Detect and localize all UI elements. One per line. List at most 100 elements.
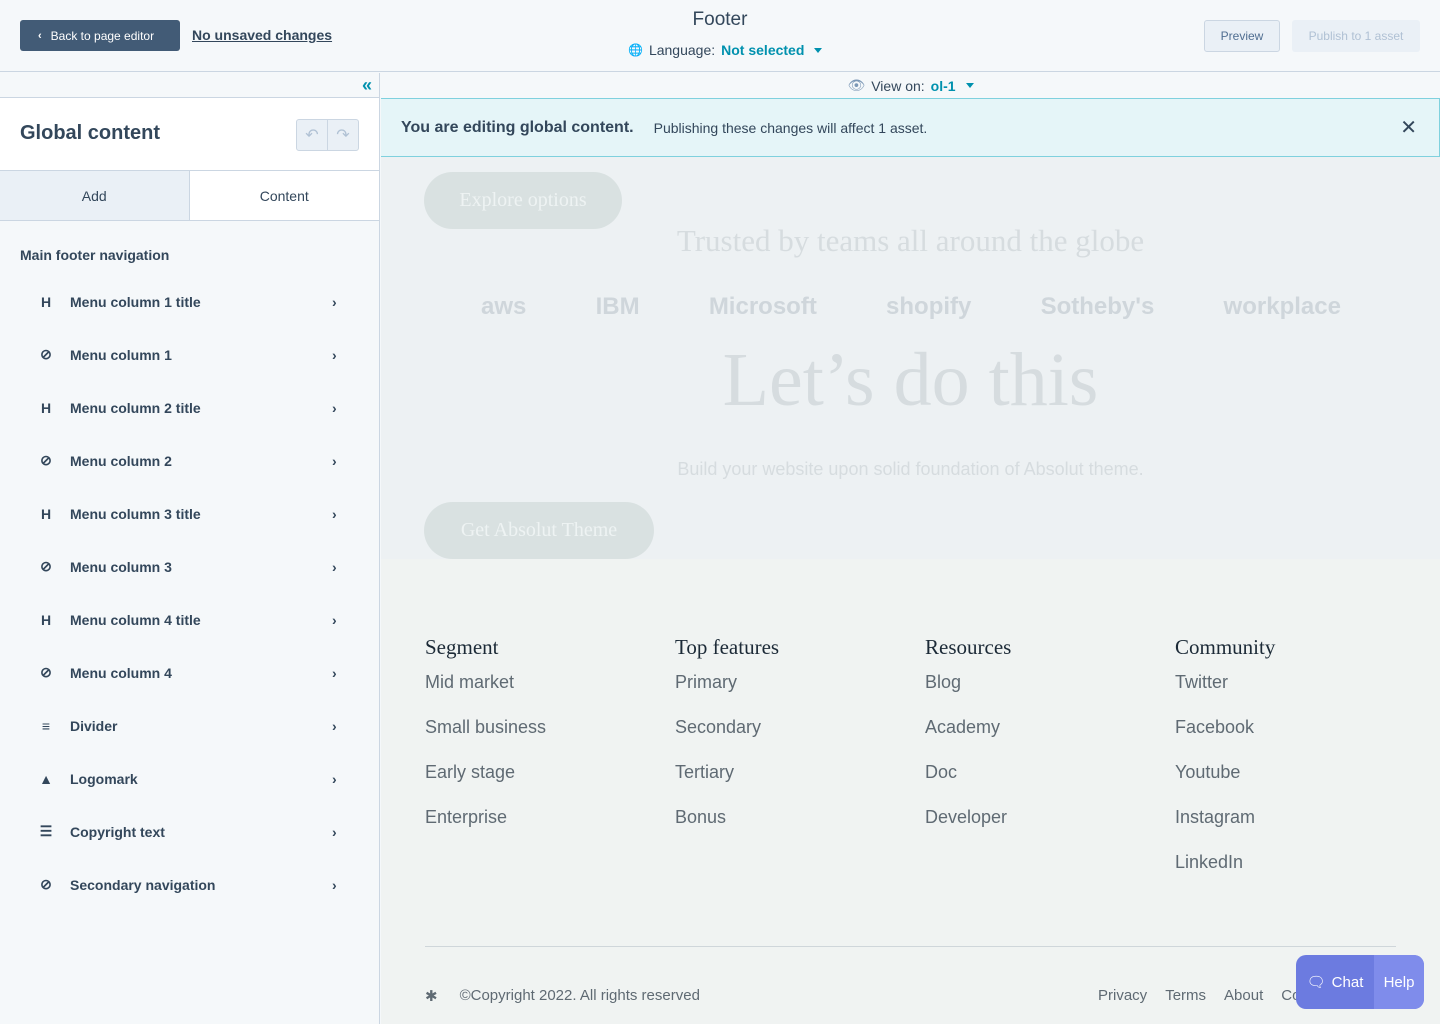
module-item-divider[interactable]: ≡ Divider › — [0, 699, 380, 752]
module-item-secondary-navigation[interactable]: ⊘ Secondary navigation › — [0, 858, 380, 911]
module-item-menu-column-1[interactable]: ⊘ Menu column 1 › — [0, 328, 380, 381]
alert-message: Publishing these changes will affect 1 a… — [653, 119, 928, 136]
help-button[interactable]: Help — [1374, 955, 1424, 1009]
redo-icon[interactable]: ↷ — [327, 120, 358, 150]
chevron-right-icon: › — [332, 452, 337, 469]
menu-icon: ⊘ — [40, 876, 52, 892]
chat-button[interactable]: 🗨 Chat — [1296, 955, 1374, 1009]
shopify-logo: shopify — [886, 293, 972, 320]
footer-link[interactable]: Doc — [925, 762, 1175, 807]
undo-redo-group: ↶ ↷ — [296, 119, 359, 151]
language-value[interactable]: Not selected — [721, 42, 804, 58]
module-item-logomark[interactable]: ▲ Logomark › — [0, 752, 380, 805]
module-item-menu-column-4[interactable]: ⊘ Menu column 4 › — [0, 646, 380, 699]
secondary-navigation: Privacy Terms About Co — [1098, 987, 1300, 1004]
chevron-left-icon: ‹ — [38, 29, 42, 42]
get-theme-button: Get Absolut Theme — [424, 502, 654, 559]
hero-headline: Let’s do this — [722, 338, 1099, 422]
sidebar-title: Global content — [20, 122, 160, 144]
footer-link[interactable]: Mid market — [425, 672, 675, 717]
module-item-menu-column-4-title[interactable]: H Menu column 4 title › — [0, 593, 380, 646]
undo-icon[interactable]: ↶ — [297, 120, 327, 150]
client-logos: aws IBM Microsoft shopify Sotheby's work… — [481, 293, 1341, 321]
footer-column: Resources Blog Academy Doc Developer — [925, 635, 1175, 897]
module-item-label: Menu column 3 title — [70, 505, 201, 522]
eye-icon: 👁 — [847, 77, 866, 93]
menu-icon: ⊘ — [40, 346, 52, 362]
view-on-value[interactable]: ol-1 — [931, 78, 956, 94]
heading-icon: H — [40, 611, 52, 628]
view-on-label: View on: — [871, 77, 925, 94]
module-item-label: Menu column 2 title — [70, 399, 201, 416]
module-item-copyright-text[interactable]: ☰ Copyright text › — [0, 805, 380, 858]
secondary-nav-link[interactable]: Terms — [1165, 987, 1206, 1004]
tab-add[interactable]: Add — [0, 171, 190, 220]
footer-link[interactable]: Twitter — [1175, 672, 1425, 717]
footer-link[interactable]: Academy — [925, 717, 1175, 762]
module-item-label: Logomark — [70, 770, 138, 787]
language-selector[interactable]: 🌐 Language: Not selected — [628, 42, 823, 58]
footer-divider — [425, 946, 1396, 947]
secondary-nav-link[interactable]: Privacy — [1098, 987, 1147, 1004]
menu-icon: ⊘ — [40, 664, 52, 680]
footer-columns: Segment Mid market Small business Early … — [425, 635, 1425, 897]
footer-column-title: Segment — [425, 635, 499, 659]
top-bar: ‹ Back to page editor No unsaved changes… — [0, 0, 1440, 72]
preview-button[interactable]: Preview — [1204, 20, 1280, 52]
sidebar-tabs: Add Content — [0, 171, 379, 221]
collapse-sidebar-icon[interactable]: « — [362, 75, 372, 96]
language-label: Language: — [648, 42, 716, 58]
module-item-label: Menu column 1 title — [70, 293, 201, 310]
module-item-label: Menu column 2 — [70, 452, 172, 469]
global-content-header: Global content ↶ ↷ — [0, 98, 379, 171]
footer-link[interactable]: Instagram — [1175, 807, 1425, 852]
chat-widget[interactable]: 🗨 Chat Help — [1296, 955, 1424, 1009]
footer-link[interactable]: Enterprise — [425, 807, 675, 852]
footer-link[interactable]: Facebook — [1175, 717, 1425, 762]
footer-link[interactable]: Tertiary — [675, 762, 925, 807]
footer-column: Community Twitter Facebook Youtube Insta… — [1175, 635, 1425, 897]
footer-link[interactable]: Primary — [675, 672, 925, 717]
module-item-menu-column-2[interactable]: ⊘ Menu column 2 › — [0, 434, 380, 487]
sidebar: « Global content ↶ ↷ Add Content Main fo… — [0, 73, 380, 1024]
footer-link[interactable]: Youtube — [1175, 762, 1425, 807]
module-item-label: Menu column 4 — [70, 664, 172, 681]
footer-link[interactable]: Bonus — [675, 807, 925, 852]
chevron-right-icon: › — [332, 558, 337, 575]
chevron-right-icon: › — [332, 876, 337, 893]
footer-link[interactable]: Early stage — [425, 762, 675, 807]
module-item-menu-column-1-title[interactable]: H Menu column 1 title › — [0, 275, 380, 328]
footer-copyright: ✱ ©Copyright 2022. All rights reserved — [425, 987, 700, 1005]
module-list: H Menu column 1 title › ⊘ Menu column 1 … — [0, 275, 380, 911]
globe-icon: 🌐 — [628, 43, 643, 57]
footer-link[interactable]: LinkedIn — [1175, 852, 1425, 897]
module-item-menu-column-3[interactable]: ⊘ Menu column 3 › — [0, 540, 380, 593]
footer-link[interactable]: Blog — [925, 672, 1175, 717]
module-item-menu-column-2-title[interactable]: H Menu column 2 title › — [0, 381, 380, 434]
caret-down-icon — [965, 83, 974, 88]
footer-link[interactable]: Secondary — [675, 717, 925, 762]
footer-link[interactable]: Small business — [425, 717, 675, 762]
workplace-logo: workplace — [1223, 293, 1341, 320]
sidebar-collapse-strip: « — [0, 73, 379, 98]
close-icon[interactable]: ✕ — [1400, 115, 1417, 140]
hero-subline: Build your website upon solid foundation… — [677, 459, 1144, 479]
trusted-heading: Trusted by teams all around the globe — [676, 223, 1145, 258]
tab-content[interactable]: Content — [189, 171, 379, 220]
chat-label: Chat — [1331, 973, 1364, 991]
heading-icon: H — [40, 293, 52, 310]
module-item-label: Copyright text — [70, 823, 165, 840]
divider-icon: ≡ — [41, 717, 51, 734]
module-item-label: Menu column 3 — [70, 558, 172, 575]
module-item-menu-column-3-title[interactable]: H Menu column 3 title › — [0, 487, 380, 540]
publish-button[interactable]: Publish to 1 asset — [1292, 20, 1420, 52]
logomark-icon: ✱ — [425, 988, 438, 1005]
explore-options-button: Explore options — [424, 172, 622, 229]
footer-link[interactable]: Developer — [925, 807, 1175, 852]
footer-column: Segment Mid market Small business Early … — [425, 635, 675, 897]
chevron-right-icon: › — [332, 611, 337, 628]
view-on-selector[interactable]: 👁 View on: ol-1 — [381, 73, 1440, 98]
secondary-nav-link[interactable]: About — [1224, 987, 1263, 1004]
aws-logo: aws — [481, 293, 527, 320]
module-item-label: Menu column 4 title — [70, 611, 201, 628]
